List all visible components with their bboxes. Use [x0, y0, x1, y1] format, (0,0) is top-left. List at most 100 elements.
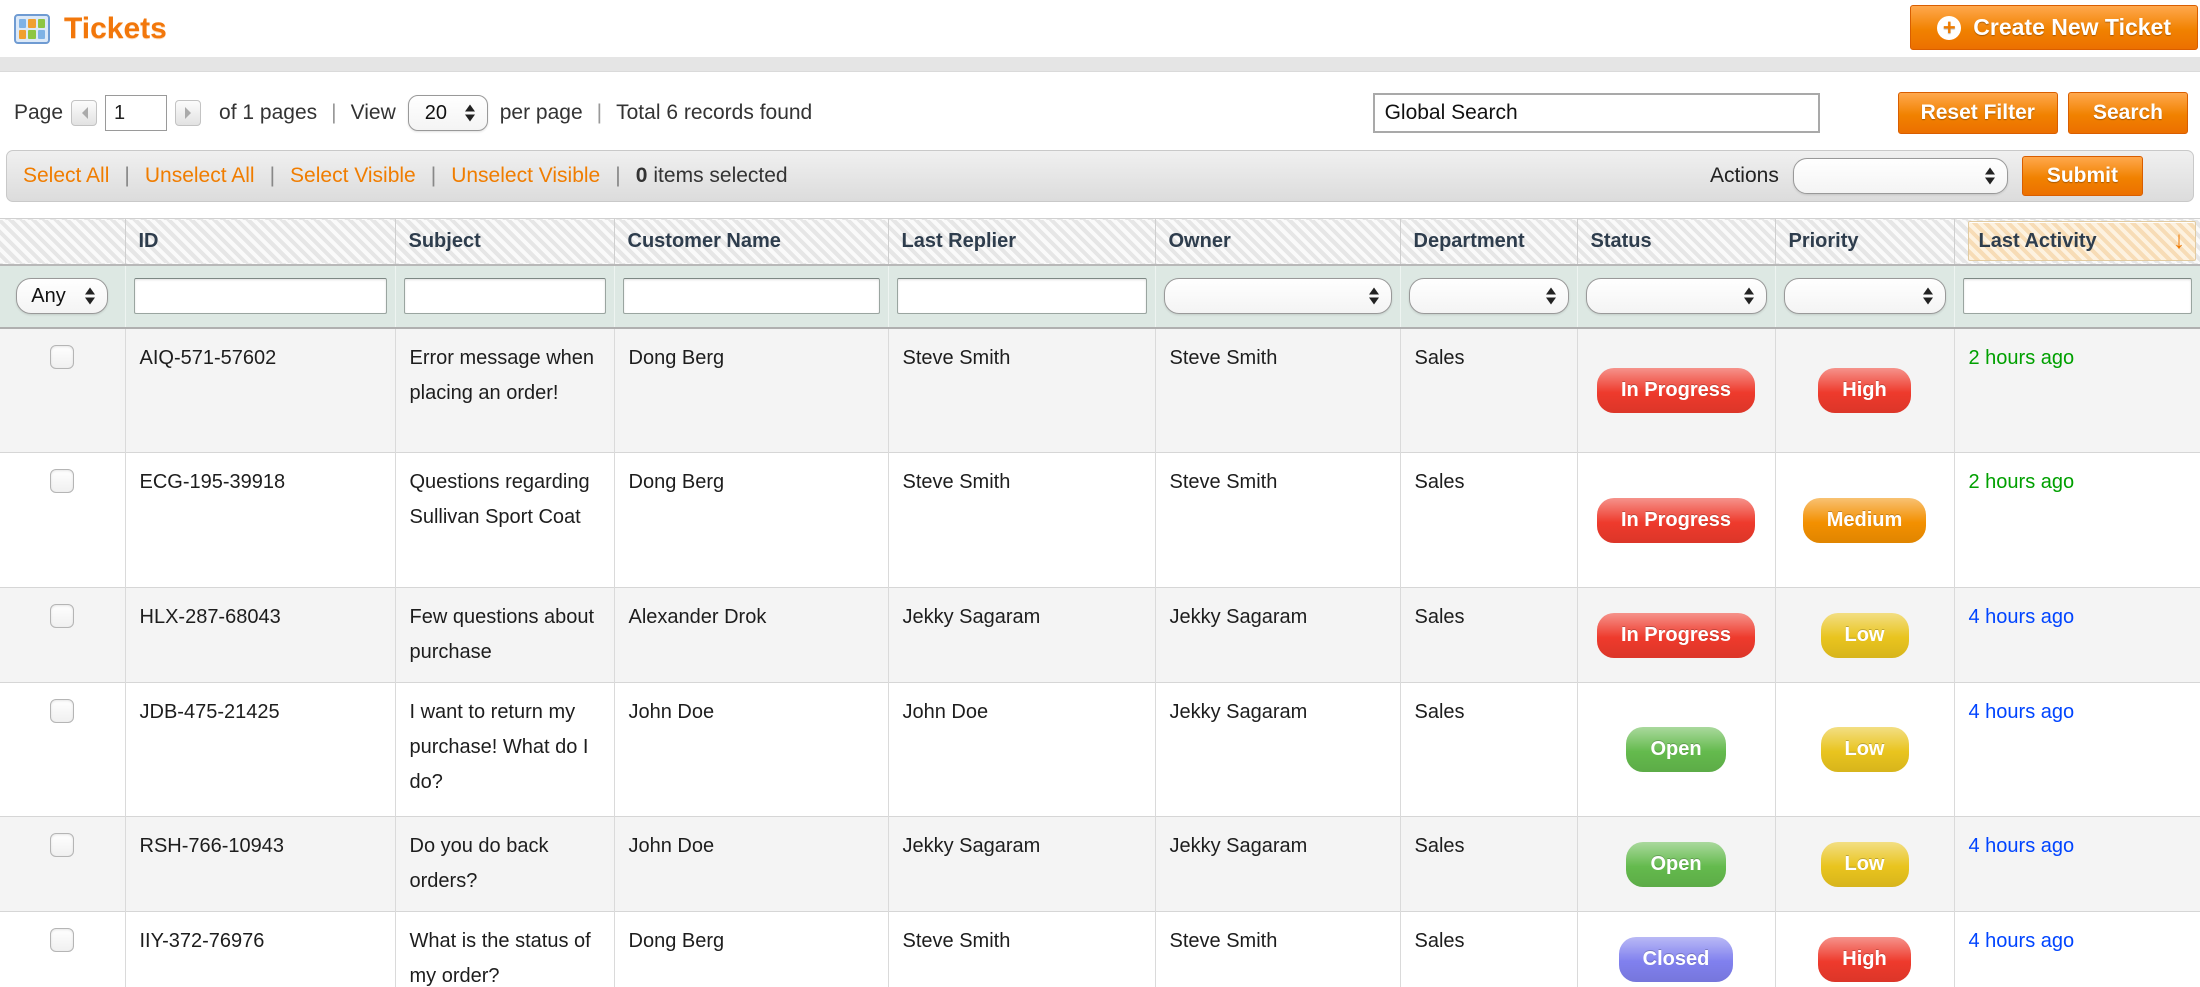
status-badge: In Progress — [1597, 368, 1755, 413]
customer-name-filter-input[interactable] — [623, 278, 880, 314]
ticket-row[interactable]: JDB-475-21425 I want to return my purcha… — [0, 683, 2200, 817]
grid-toolbar: Page of 1 pages | View 20 per page | Tot… — [14, 92, 2188, 134]
select-arrows-icon — [85, 283, 95, 310]
unselect-visible-link[interactable]: Unselect Visible — [451, 164, 600, 188]
department-cell: Sales — [1400, 912, 1577, 987]
last-replier-cell: Steve Smith — [888, 912, 1155, 987]
department-cell: Sales — [1400, 817, 1577, 912]
customer-name-cell: Dong Berg — [614, 912, 888, 987]
records-found-label: Total 6 records found — [616, 101, 812, 125]
column-header-priority[interactable]: Priority — [1775, 219, 1954, 265]
owner-cell: Steve Smith — [1155, 912, 1400, 987]
unselect-all-link[interactable]: Unselect All — [145, 164, 255, 188]
reset-filter-button[interactable]: Reset Filter — [1898, 92, 2058, 134]
create-new-ticket-label: Create New Ticket — [1973, 14, 2171, 41]
customer-name-cell: Alexander Drok — [614, 588, 888, 683]
page-title: Tickets — [64, 12, 167, 46]
any-filter-select[interactable]: Any — [16, 278, 108, 314]
status-badge: Open — [1626, 842, 1725, 887]
owner-cell: Jekky Sagaram — [1155, 588, 1400, 683]
per-page-value: 20 — [425, 102, 447, 125]
tickets-icon — [14, 14, 50, 44]
search-button[interactable]: Search — [2068, 92, 2188, 134]
status-filter-select[interactable] — [1586, 278, 1767, 314]
ticket-row[interactable]: AIQ-571-57602 Error message when placing… — [0, 328, 2200, 453]
row-checkbox[interactable] — [50, 699, 74, 723]
mass-actions-bar: Select All | Unselect All | Select Visib… — [6, 150, 2194, 202]
owner-filter-select[interactable] — [1164, 278, 1392, 314]
subject-cell: Do you do back orders? — [395, 817, 614, 912]
priority-badge: High — [1818, 368, 1910, 413]
grid-header-row: IDSubjectCustomer NameLast ReplierOwnerD… — [0, 219, 2200, 265]
subject-cell: Few questions about purchase — [395, 588, 614, 683]
id-filter-input[interactable] — [134, 278, 387, 314]
status-badge: In Progress — [1597, 613, 1755, 658]
row-checkbox[interactable] — [50, 833, 74, 857]
select-arrows-icon — [1985, 163, 1995, 190]
selected-count-label: items selected — [653, 164, 787, 188]
last-activity-label: 4 hours ago — [1969, 701, 2075, 723]
subject-filter-input[interactable] — [404, 278, 606, 314]
priority-badge: Low — [1821, 727, 1909, 772]
owner-cell: Steve Smith — [1155, 328, 1400, 453]
priority-filter-select[interactable] — [1784, 278, 1946, 314]
column-header-customer-name[interactable]: Customer Name — [614, 219, 888, 265]
sort-descending-icon: ↓ — [2173, 227, 2185, 255]
ticket-id-cell: HLX-287-68043 — [125, 588, 395, 683]
per-page-label: per page — [500, 101, 583, 125]
owner-cell: Steve Smith — [1155, 453, 1400, 588]
last-activity-label: 2 hours ago — [1969, 347, 2075, 369]
page-label: Page — [14, 101, 63, 125]
row-checkbox[interactable] — [50, 345, 74, 369]
customer-name-cell: John Doe — [614, 817, 888, 912]
row-checkbox[interactable] — [50, 604, 74, 628]
ticket-id-cell: ECG-195-39918 — [125, 453, 395, 588]
per-page-select[interactable]: 20 — [408, 95, 488, 131]
column-header-last-activity[interactable]: Last Activity↓ — [1954, 219, 2200, 265]
department-cell: Sales — [1400, 453, 1577, 588]
previous-page-button[interactable] — [71, 100, 97, 126]
select-visible-link[interactable]: Select Visible — [290, 164, 416, 188]
ticket-id-cell: IIY-372-76976 — [125, 912, 395, 987]
last-replier-cell: John Doe — [888, 683, 1155, 817]
previous-page-icon — [76, 107, 88, 119]
create-new-ticket-button[interactable]: + Create New Ticket — [1910, 5, 2198, 50]
selected-count: 0 — [636, 164, 648, 188]
row-checkbox[interactable] — [50, 469, 74, 493]
column-header-id[interactable]: ID — [125, 219, 395, 265]
ticket-row[interactable]: ECG-195-39918 Questions regarding Sulliv… — [0, 453, 2200, 588]
ticket-id-cell: RSH-766-10943 — [125, 817, 395, 912]
actions-select[interactable] — [1793, 158, 2008, 194]
column-header-subject[interactable]: Subject — [395, 219, 614, 265]
last-activity-filter-input[interactable] — [1963, 278, 2193, 314]
ticket-row[interactable]: HLX-287-68043 Few questions about purcha… — [0, 588, 2200, 683]
select-all-link[interactable]: Select All — [23, 164, 109, 188]
page-number-input[interactable] — [105, 95, 167, 131]
header-divider — [0, 57, 2200, 72]
status-badge: Open — [1626, 727, 1725, 772]
last-activity-label: 4 hours ago — [1969, 930, 2075, 952]
ticket-row[interactable]: IIY-372-76976 What is the status of my o… — [0, 912, 2200, 987]
last-replier-filter-input[interactable] — [897, 278, 1147, 314]
department-filter-select[interactable] — [1409, 278, 1569, 314]
customer-name-cell: John Doe — [614, 683, 888, 817]
owner-cell: Jekky Sagaram — [1155, 683, 1400, 817]
view-label: View — [351, 101, 396, 125]
subject-cell: What is the status of my order? — [395, 912, 614, 987]
last-activity-label: 4 hours ago — [1969, 606, 2075, 628]
actions-label: Actions — [1710, 164, 1779, 188]
ticket-id-cell: AIQ-571-57602 — [125, 328, 395, 453]
next-page-button[interactable] — [175, 100, 201, 126]
column-header-status[interactable]: Status — [1577, 219, 1775, 265]
column-header-last-replier[interactable]: Last Replier — [888, 219, 1155, 265]
global-search-input[interactable] — [1373, 93, 1820, 133]
customer-name-cell: Dong Berg — [614, 453, 888, 588]
row-checkbox[interactable] — [50, 928, 74, 952]
submit-button[interactable]: Submit — [2022, 156, 2143, 196]
grid-filter-row: Any — [0, 265, 2200, 328]
column-header-owner[interactable]: Owner — [1155, 219, 1400, 265]
last-activity-label: 2 hours ago — [1969, 471, 2075, 493]
column-header-department[interactable]: Department — [1400, 219, 1577, 265]
ticket-row[interactable]: RSH-766-10943 Do you do back orders? Joh… — [0, 817, 2200, 912]
priority-badge: Low — [1821, 613, 1909, 658]
